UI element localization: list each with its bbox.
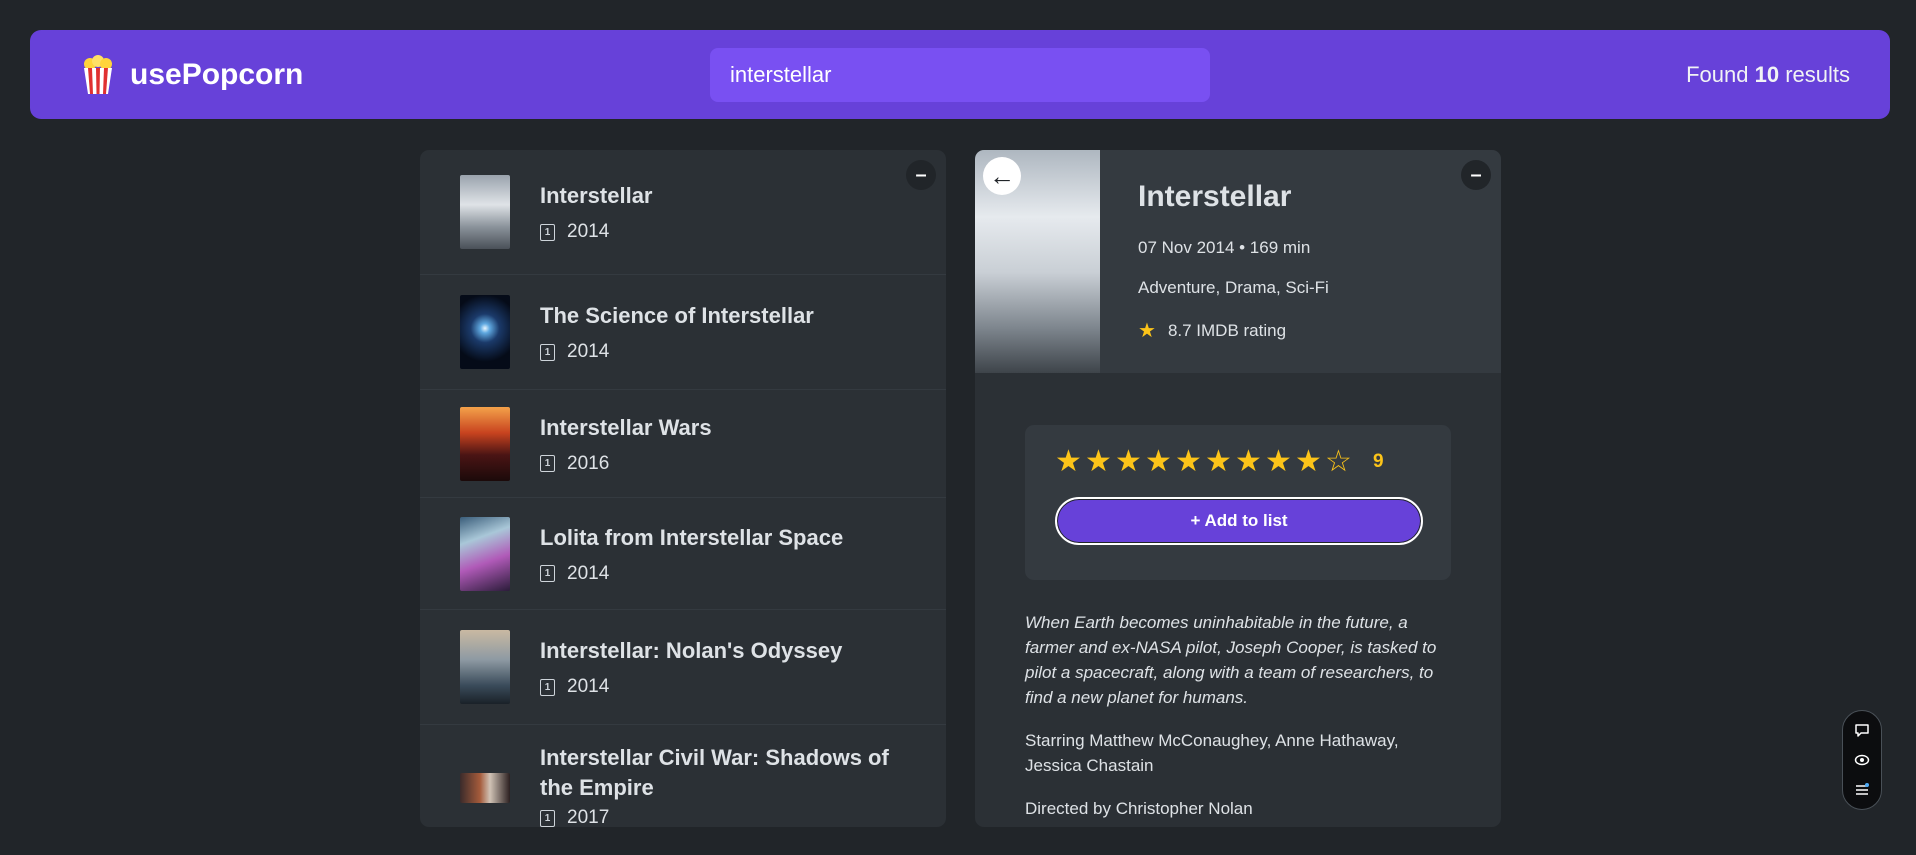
movie-title: Interstellar Civil War: Shadows of the E… xyxy=(540,745,889,800)
movie-item-3[interactable]: Lolita from Interstellar Space 1 2014 xyxy=(420,498,946,610)
details-box: – ← Interstellar 07 Nov 2014 • 169 min A… xyxy=(975,150,1501,827)
user-rating-value: 9 xyxy=(1373,451,1384,472)
movie-item-2[interactable]: Interstellar Wars 1 2016 xyxy=(420,390,946,498)
movie-year-text: 2014 xyxy=(567,221,610,242)
calendar-icon: 1 xyxy=(540,809,555,827)
star-icon: ★ xyxy=(1138,320,1156,342)
results-box: – Interstellar 1 2014 The Science of Inte… xyxy=(420,150,946,827)
rating-star-4-filled-icon[interactable]: ★ xyxy=(1145,447,1172,477)
release-runtime: 07 Nov 2014 • 169 min xyxy=(1138,238,1311,257)
floating-toolbar xyxy=(1842,710,1882,810)
collapse-results-button[interactable]: – xyxy=(906,160,936,190)
search-input[interactable]: interstellar xyxy=(710,48,1210,102)
movie-info: The Science of Interstellar 1 2014 xyxy=(540,301,814,363)
movie-poster xyxy=(460,773,510,803)
movie-item-0[interactable]: Interstellar 1 2014 xyxy=(420,150,946,275)
rating-star-5-filled-icon[interactable]: ★ xyxy=(1175,447,1202,477)
movie-info: Interstellar 1 2014 xyxy=(540,181,653,243)
rating-star-6-filled-icon[interactable]: ★ xyxy=(1205,447,1232,477)
movie-list: Interstellar 1 2014 The Science of Inters… xyxy=(420,150,946,827)
results-count: Found 10 results xyxy=(1686,62,1850,88)
movie-title: Interstellar: Nolan's Odyssey xyxy=(540,638,843,663)
movie-year: 1 2016 xyxy=(540,453,712,475)
movie-year-text: 2017 xyxy=(567,807,610,827)
calendar-icon: 1 xyxy=(540,565,555,582)
collapse-details-button[interactable]: – xyxy=(1461,160,1491,190)
movie-title: The Science of Interstellar xyxy=(540,303,814,328)
movie-info: Interstellar Civil War: Shadows of the E… xyxy=(540,743,910,827)
movie-title: Interstellar Wars xyxy=(540,414,712,440)
rating-star-3-filled-icon[interactable]: ★ xyxy=(1115,447,1142,477)
plot-section: When Earth becomes uninhabitable in the … xyxy=(1025,610,1445,821)
movie-year: 1 2014 xyxy=(540,221,653,243)
results-number: 10 xyxy=(1754,61,1780,87)
rating-star-2-filled-icon[interactable]: ★ xyxy=(1085,447,1112,477)
menu-icon[interactable] xyxy=(1853,781,1871,799)
add-to-list-button[interactable]: + Add to list xyxy=(1055,497,1423,545)
navbar: usePopcorn interstellar Found 10 results xyxy=(30,30,1890,119)
movie-year: 1 2017 xyxy=(540,807,910,827)
movie-year-text: 2014 xyxy=(567,676,610,697)
movie-year-text: 2016 xyxy=(567,452,610,474)
imdb-rating: ★ 8.7 IMDB rating xyxy=(1138,318,1329,343)
movie-year: 1 2014 xyxy=(540,563,843,585)
details-header: ← Interstellar 07 Nov 2014 • 169 min Adv… xyxy=(975,150,1501,373)
movie-title: Lolita from Interstellar Space xyxy=(540,524,844,550)
rating-star-9-filled-icon[interactable]: ★ xyxy=(1295,447,1322,477)
back-button[interactable]: ← xyxy=(983,157,1021,195)
movie-poster xyxy=(460,630,510,704)
popcorn-icon xyxy=(84,54,112,94)
movie-info: Interstellar Wars 1 2016 xyxy=(540,413,712,475)
plot-text: When Earth becomes uninhabitable in the … xyxy=(1025,613,1437,707)
star-rating: ★ ★ ★ ★ ★ ★ ★ ★ ★ ☆ 9 xyxy=(1055,447,1421,477)
actors-text: Starring Matthew McConaughey, Anne Hatha… xyxy=(1025,731,1399,775)
movie-year-text: 2014 xyxy=(567,562,610,584)
movie-poster xyxy=(460,175,510,249)
results-prefix: Found xyxy=(1686,61,1749,87)
calendar-icon: 1 xyxy=(540,678,555,696)
chat-icon[interactable] xyxy=(1853,721,1871,739)
logo: usePopcorn xyxy=(80,54,304,95)
rating-star-8-filled-icon[interactable]: ★ xyxy=(1265,447,1292,477)
rating-star-1-filled-icon[interactable]: ★ xyxy=(1055,447,1082,477)
genre: Adventure, Drama, Sci-Fi xyxy=(1138,278,1329,297)
movie-item-5[interactable]: Interstellar Civil War: Shadows of the E… xyxy=(420,725,946,827)
calendar-icon: 1 xyxy=(540,223,555,241)
director-text: Directed by Christopher Nolan xyxy=(1025,799,1253,818)
movie-info: Lolita from Interstellar Space 1 2014 xyxy=(540,523,843,585)
app-name: usePopcorn xyxy=(130,57,304,91)
movie-title: Interstellar xyxy=(540,183,653,208)
detail-title: Interstellar xyxy=(1138,180,1292,213)
movie-year: 1 2014 xyxy=(540,676,842,698)
calendar-icon: 1 xyxy=(540,455,555,472)
detail-overview: Interstellar 07 Nov 2014 • 169 min Adven… xyxy=(1100,150,1367,373)
results-suffix: results xyxy=(1785,61,1850,87)
calendar-icon: 1 xyxy=(540,343,555,361)
movie-poster xyxy=(460,295,510,369)
rating-star-7-filled-icon[interactable]: ★ xyxy=(1235,447,1262,477)
movie-item-4[interactable]: Interstellar: Nolan's Odyssey 1 2014 xyxy=(420,610,946,725)
eye-icon[interactable] xyxy=(1853,751,1871,769)
imdb-rating-text: 8.7 IMDB rating xyxy=(1167,320,1287,340)
movie-item-1[interactable]: The Science of Interstellar 1 2014 xyxy=(420,275,946,390)
detail-poster: ← xyxy=(975,150,1100,373)
rating-star-10-empty-icon[interactable]: ☆ xyxy=(1325,447,1352,477)
movie-year: 1 2014 xyxy=(540,341,814,363)
rating-box: ★ ★ ★ ★ ★ ★ ★ ★ ★ ☆ 9 + Add to list xyxy=(1025,425,1451,580)
movie-info: Interstellar: Nolan's Odyssey 1 2014 xyxy=(540,636,842,698)
movie-poster xyxy=(460,406,510,481)
movie-poster xyxy=(460,516,510,591)
movie-year-text: 2014 xyxy=(567,341,610,362)
